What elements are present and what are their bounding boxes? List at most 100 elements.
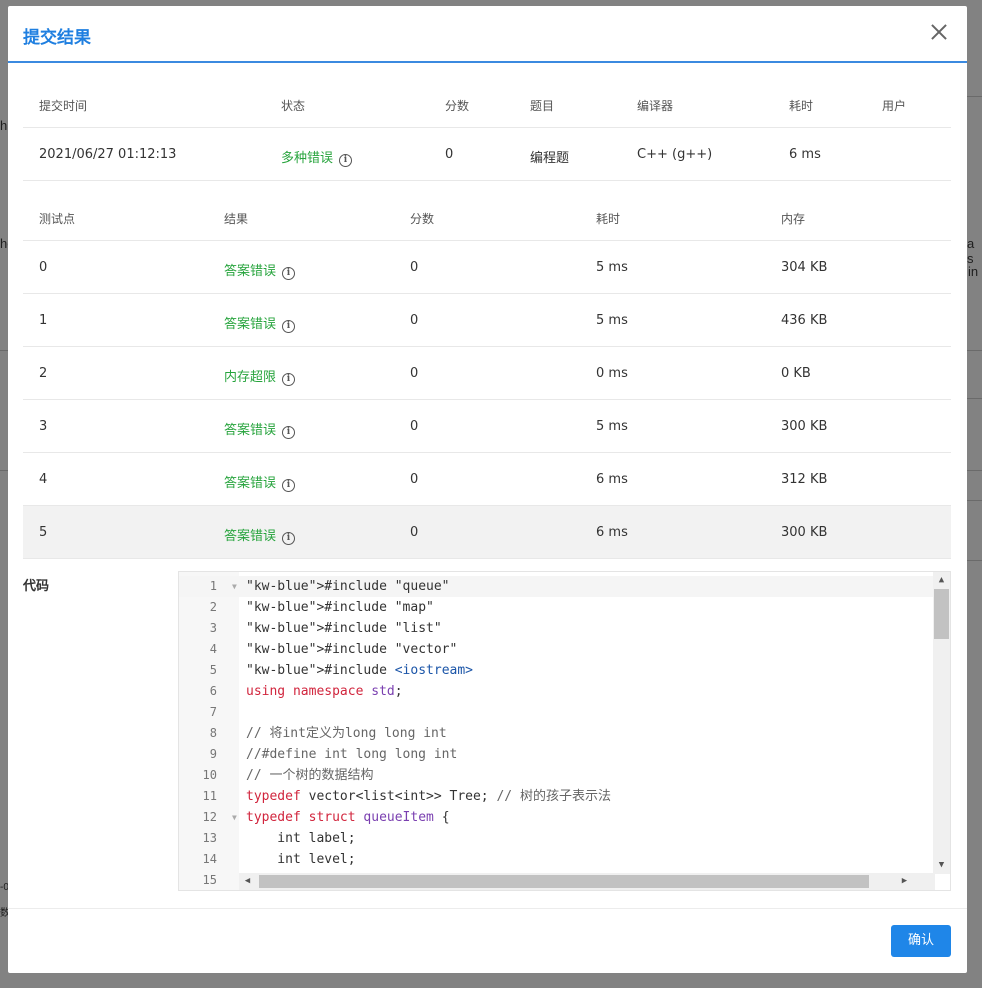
header-memory: 内存	[781, 212, 806, 226]
horizontal-scrollbar[interactable]: ◀ ▶	[239, 873, 935, 890]
line-number: 13	[202, 831, 217, 845]
result-cell[interactable]: 内存超限 i	[224, 366, 296, 386]
horizontal-scroll-thumb[interactable]	[259, 875, 869, 888]
scroll-up-icon[interactable]: ▲	[933, 572, 950, 589]
confirm-button[interactable]: 确认	[891, 925, 951, 957]
header-time: 耗时	[596, 212, 621, 226]
result-cell[interactable]: 答案错误 i	[224, 419, 296, 439]
result-text: 答案错误	[224, 264, 277, 279]
table-row[interactable]: 5 答案错误 i 0 6 ms 300 KB	[23, 506, 951, 559]
status-cell[interactable]: 多种错误 i	[281, 147, 353, 167]
scroll-right-icon[interactable]: ▶	[896, 873, 913, 890]
code-label: 代码	[23, 579, 50, 594]
status-text: 多种错误	[281, 151, 334, 166]
code-line: 14 int level;	[179, 849, 933, 870]
table-header-row: 测试点 结果 分数 耗时 内存	[23, 181, 951, 241]
testcase-time: 5 ms	[596, 260, 628, 275]
line-number: 11	[202, 789, 217, 803]
testcase-memory: 300 KB	[781, 419, 828, 434]
result-cell[interactable]: 答案错误 i	[224, 472, 296, 492]
result-text: 内存超限	[224, 370, 277, 385]
code-line: 3 "kw-blue">#include "list"	[179, 618, 933, 639]
line-number: 7	[209, 705, 217, 719]
result-text: 答案错误	[224, 317, 277, 332]
code-line: 4 "kw-blue">#include "vector"	[179, 639, 933, 660]
result-cell[interactable]: 答案错误 i	[224, 525, 296, 545]
line-number: 1	[209, 579, 217, 593]
info-icon[interactable]: i	[282, 426, 296, 439]
header-submit-time: 提交时间	[39, 99, 88, 113]
code-text: typedef struct queueItem {	[246, 810, 450, 825]
testcase-id: 3	[39, 419, 48, 434]
table-header-row: 提交时间 状态 分数 题目 编译器 耗时 用户	[23, 63, 951, 128]
submission-summary-table: 提交时间 状态 分数 题目 编译器 耗时 用户 2021/06/27 01:12…	[23, 63, 951, 181]
testcase-memory: 0 KB	[781, 366, 811, 381]
testcase-score: 0	[410, 525, 419, 540]
testcase-time: 0 ms	[596, 366, 628, 381]
table-row[interactable]: 2 内存超限 i 0 0 ms 0 KB	[23, 347, 951, 400]
testcase-score: 0	[410, 419, 419, 434]
info-icon[interactable]: i	[339, 154, 353, 167]
table-row[interactable]: 4 答案错误 i 0 6 ms 312 KB	[23, 453, 951, 506]
testcase-time: 6 ms	[596, 472, 628, 487]
line-number: 5	[209, 663, 217, 677]
vertical-scrollbar[interactable]: ▲ ▼	[933, 572, 950, 874]
testcase-id: 5	[39, 525, 48, 540]
header-user: 用户	[882, 99, 907, 113]
score: 0	[445, 147, 454, 162]
testcase-memory: 312 KB	[781, 472, 828, 487]
code-line: 2 "kw-blue">#include "map"	[179, 597, 933, 618]
header-score: 分数	[445, 99, 470, 113]
code-line: 6 using namespace std;	[179, 681, 933, 702]
submit-time: 2021/06/27 01:12:13	[39, 147, 177, 162]
result-cell[interactable]: 答案错误 i	[224, 313, 296, 333]
code-line: 1 ▼ "kw-blue">#include "queue"	[179, 576, 933, 597]
line-number: 6	[209, 684, 217, 698]
testcase-memory: 300 KB	[781, 525, 828, 540]
code-editor[interactable]: 1 ▼ "kw-blue">#include "queue" 2 "kw-blue">#…	[178, 571, 951, 891]
code-text: // 一个树的数据结构	[246, 768, 374, 783]
code-text: typedef vector<list<int>> Tree; // 树的孩子表…	[246, 789, 611, 804]
dialog-footer-divider	[8, 908, 967, 909]
scroll-left-icon[interactable]: ◀	[239, 873, 256, 890]
background-fragment: a s	[967, 236, 975, 266]
code-line: 13 int label;	[179, 828, 933, 849]
table-row[interactable]: 0 答案错误 i 0 5 ms 304 KB	[23, 241, 951, 294]
testcase-table: 测试点 结果 分数 耗时 内存 0 答案错误 i 0 5 ms 304 KB 1 …	[23, 181, 951, 559]
code-line: 9 //#define int long long int	[179, 744, 933, 765]
line-number: 9	[209, 747, 217, 761]
testcase-id: 1	[39, 313, 48, 328]
fold-arrow-icon[interactable]: ▼	[232, 576, 237, 597]
fold-arrow-icon[interactable]: ▼	[232, 807, 237, 828]
testcase-id: 4	[39, 472, 48, 487]
info-icon[interactable]: i	[282, 320, 296, 333]
info-icon[interactable]: i	[282, 479, 296, 492]
testcase-score: 0	[410, 260, 419, 275]
table-row[interactable]: 3 答案错误 i 0 5 ms 300 KB	[23, 400, 951, 453]
code-text: int label;	[246, 831, 356, 846]
code-text: using namespace std;	[246, 684, 403, 699]
table-row[interactable]: 1 答案错误 i 0 5 ms 436 KB	[23, 294, 951, 347]
vertical-scroll-thumb[interactable]	[934, 589, 949, 639]
line-number: 8	[209, 726, 217, 740]
close-icon[interactable]	[929, 22, 949, 42]
code-text: "kw-blue">#include "map"	[246, 600, 434, 615]
line-number: 10	[202, 768, 217, 782]
info-icon[interactable]: i	[282, 373, 296, 386]
info-icon[interactable]: i	[282, 267, 296, 280]
testcase-time: 5 ms	[596, 419, 628, 434]
result-text: 答案错误	[224, 476, 277, 491]
testcase-score: 0	[410, 472, 419, 487]
info-icon[interactable]: i	[282, 532, 296, 545]
result-text: 答案错误	[224, 423, 277, 438]
code-text: "kw-blue">#include "queue"	[246, 579, 450, 594]
code-text: "kw-blue">#include <iostream>	[246, 663, 474, 678]
result-cell[interactable]: 答案错误 i	[224, 260, 296, 280]
header-testcase: 测试点	[39, 212, 76, 226]
header-elapsed: 耗时	[789, 99, 814, 113]
table-row: 2021/06/27 01:12:13 多种错误 i 0 编程题 C++ (g++…	[23, 128, 951, 181]
header-score: 分数	[410, 212, 435, 226]
scroll-down-icon[interactable]: ▼	[933, 857, 950, 874]
result-text: 答案错误	[224, 529, 277, 544]
code-line: 11 typedef vector<list<int>> Tree; // 树的孩…	[179, 786, 933, 807]
